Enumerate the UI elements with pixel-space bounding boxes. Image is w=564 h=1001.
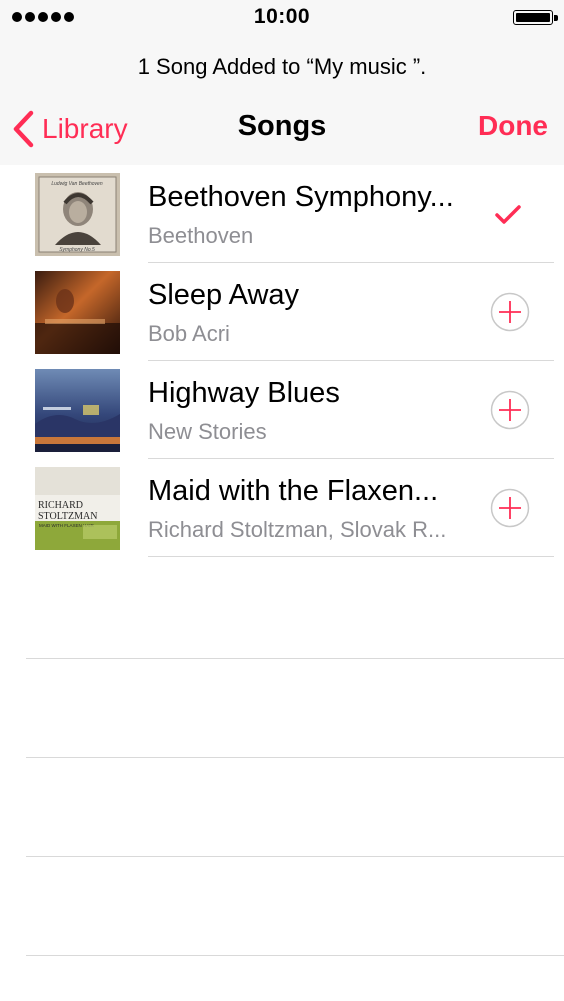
song-row[interactable]: Highway Blues New Stories [0, 361, 564, 459]
checkmark-icon[interactable] [494, 203, 522, 225]
album-art-beethoven: Ludwig Van Beethoven Symphony No.5 [35, 173, 120, 256]
header: 10:00 1 Song Added to “My music ”. Libra… [0, 0, 564, 165]
add-circle-icon[interactable] [490, 390, 530, 430]
add-circle-icon[interactable] [490, 488, 530, 528]
album-art-sleep-away [35, 271, 120, 354]
done-button[interactable]: Done [478, 110, 548, 142]
song-artist: Beethoven [148, 223, 254, 248]
song-row[interactable]: Sleep Away Bob Acri [0, 263, 564, 361]
empty-row-separator [26, 658, 564, 659]
back-label: Library [42, 113, 128, 144]
status-bar: 10:00 [0, 0, 564, 36]
song-title: Sleep Away [148, 279, 300, 311]
status-time: 10:00 [253, 5, 311, 28]
song-artist: Richard Stoltzman, Slovak R... [148, 517, 447, 542]
beethoven-art-bottom: Symphony No.5 [59, 247, 95, 253]
chevron-left-icon [13, 110, 34, 148]
song-row[interactable]: RICHARD STOLTZMAN MAID WITH FLAXEN HAIR … [0, 459, 564, 557]
album-art-highway-blues [35, 369, 120, 452]
album-art-maid-flaxen: RICHARD STOLTZMAN MAID WITH FLAXEN HAIR [35, 467, 120, 550]
song-list: Ludwig Van Beethoven Symphony No.5 Beeth… [0, 165, 564, 557]
navigation-bar: Library Songs Done [0, 100, 564, 156]
stoltzman-art-name-2: STOLTZMAN [38, 511, 97, 522]
stoltzman-art-name-1: RICHARD [38, 500, 83, 511]
empty-row-separator [26, 955, 564, 956]
song-title: Maid with the Flaxen... [148, 475, 439, 507]
empty-row-separator [26, 757, 564, 758]
empty-row-separator [26, 856, 564, 857]
song-artist: Bob Acri [148, 321, 230, 346]
added-prompt: 1 Song Added to “My music ”. [137, 54, 427, 79]
song-title: Highway Blues [148, 377, 340, 409]
battery-icon [513, 10, 553, 25]
back-button[interactable]: Library [12, 110, 128, 148]
song-row[interactable]: Ludwig Van Beethoven Symphony No.5 Beeth… [0, 165, 564, 263]
beethoven-art-script: Ludwig Van Beethoven [51, 181, 102, 187]
song-artist: New Stories [148, 419, 267, 444]
add-circle-icon[interactable] [490, 292, 530, 332]
row-separator [148, 556, 554, 557]
battery-tip [554, 15, 558, 21]
song-title: Beethoven Symphony... [148, 181, 454, 213]
